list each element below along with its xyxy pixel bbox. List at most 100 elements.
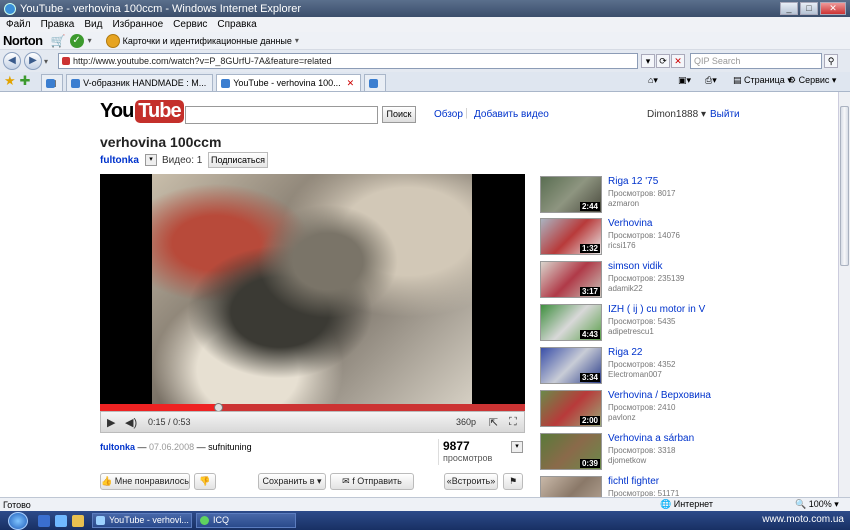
video-thumbnail[interactable]: 3:17 xyxy=(540,261,602,298)
embed-button[interactable]: «Встроить» xyxy=(444,473,498,490)
check-icon[interactable]: ✓ xyxy=(69,33,84,48)
video-thumbnail[interactable]: 3:34 xyxy=(540,347,602,384)
browse-link[interactable]: Обзор xyxy=(434,109,463,120)
video-thumbnail[interactable]: 2:00 xyxy=(540,390,602,427)
folder-icon[interactable] xyxy=(72,514,84,527)
chevron-down-icon[interactable]: ▾ xyxy=(295,36,299,45)
related-video[interactable]: 3:34 Riga 22 Просмотров: 4352 Electroman… xyxy=(540,347,830,387)
save-to-button[interactable]: Сохранить в ▾ xyxy=(258,473,326,490)
stop-icon[interactable]: ✕ xyxy=(671,54,685,68)
close-button[interactable]: ✕ xyxy=(820,2,846,15)
norton-logo[interactable]: Norton xyxy=(3,33,43,48)
related-title[interactable]: Riga 12 '75 xyxy=(608,176,658,187)
related-video[interactable]: 4:43 IZH ( ij ) cu motor in V Просмотров… xyxy=(540,304,830,344)
video-frame[interactable] xyxy=(152,174,472,404)
feeds-icon[interactable]: ▣▾ xyxy=(678,75,691,86)
menu-favorites[interactable]: Избранное xyxy=(112,19,163,30)
vertical-scrollbar[interactable] xyxy=(838,92,850,497)
search-icon[interactable]: ⚲ xyxy=(824,54,838,68)
search-input[interactable]: QIP Search xyxy=(690,53,822,69)
show-desktop-icon[interactable] xyxy=(38,514,50,527)
youtube-search-input[interactable] xyxy=(185,106,378,124)
related-video[interactable]: 0:39 Verhovina a sárban Просмотров: 3318… xyxy=(540,433,830,473)
security-zone[interactable]: 🌐 Интернет xyxy=(660,499,713,510)
history-dropdown-icon[interactable]: ▾ xyxy=(44,57,48,66)
ie-quicklaunch-icon[interactable] xyxy=(55,514,67,527)
related-video[interactable]: 2:00 Verhovina / Верховина Просмотров: 2… xyxy=(540,390,830,430)
related-title[interactable]: Riga 22 xyxy=(608,347,642,358)
taskbar-item-youtube[interactable]: YouTube - verhovi... xyxy=(92,513,192,528)
menu-view[interactable]: Вид xyxy=(84,19,102,30)
chevron-down-icon[interactable]: ▾ xyxy=(88,36,92,45)
video-thumbnail[interactable]: 0:39 xyxy=(540,433,602,470)
url-dropdown-icon[interactable]: ▾ xyxy=(641,54,655,68)
related-author[interactable]: djometkow xyxy=(608,456,646,465)
related-video[interactable]: 3:17 simson vidik Просмотров: 235139 ada… xyxy=(540,261,830,301)
related-author[interactable]: azmaron xyxy=(608,199,639,208)
related-video[interactable]: 1:32 Verhovina Просмотров: 14076 ricsi17… xyxy=(540,218,830,258)
related-title[interactable]: Verhovina a sárban xyxy=(608,433,694,444)
video-thumbnail[interactable]: 2:44 xyxy=(540,176,602,213)
like-button[interactable]: 👍 Мне понравилось xyxy=(100,473,190,490)
quality-selector[interactable]: 360p xyxy=(456,417,476,427)
related-author[interactable]: pavlonz xyxy=(608,413,636,422)
flag-icon[interactable]: ⚑ xyxy=(503,473,523,490)
refresh-icon[interactable]: ⟳ xyxy=(656,54,670,68)
stats-dropdown-icon[interactable]: ▾ xyxy=(511,441,523,453)
related-title[interactable]: Verhovina / Верховина xyxy=(608,390,711,401)
play-icon[interactable]: ▶ xyxy=(107,416,115,429)
dislike-button[interactable]: 👎 xyxy=(194,473,216,490)
volume-icon[interactable]: ◀) xyxy=(125,416,137,429)
user-menu[interactable]: Dimon1888 ▾ xyxy=(647,109,706,120)
minimize-button[interactable]: _ xyxy=(780,2,798,15)
fullscreen-icon[interactable]: ⛶ xyxy=(509,416,517,429)
popout-icon[interactable]: ⇱ xyxy=(489,416,498,429)
video-thumbnail[interactable] xyxy=(540,476,602,497)
forward-button[interactable]: ▶ xyxy=(24,52,42,70)
info-channel-link[interactable]: fultonka xyxy=(100,442,135,452)
back-button[interactable]: ◀ xyxy=(3,52,21,70)
tab-handmade[interactable]: V-образник HANDMADE : M... xyxy=(66,74,214,91)
upload-link[interactable]: Добавить видео xyxy=(474,109,549,120)
logout-link[interactable]: Выйти xyxy=(710,109,740,120)
start-button[interactable] xyxy=(8,511,28,530)
video-thumbnail[interactable]: 1:32 xyxy=(540,218,602,255)
print-icon[interactable]: ⎙▾ xyxy=(705,75,717,86)
url-input[interactable]: http://www.youtube.com/watch?v=P_8GUrfU-… xyxy=(58,53,638,69)
related-title[interactable]: IZH ( ij ) cu motor in V xyxy=(608,304,705,315)
related-video[interactable]: 2:44 Riga 12 '75 Просмотров: 8017 azmaro… xyxy=(540,176,830,216)
youtube-logo[interactable]: You Tube xyxy=(100,100,184,123)
related-title[interactable]: simson vidik xyxy=(608,261,662,272)
video-thumbnail[interactable]: 4:43 xyxy=(540,304,602,341)
add-favorite-icon[interactable]: ✚ xyxy=(20,73,31,89)
tab-youtube[interactable]: YouTube - verhovina 100... ✕ xyxy=(216,74,362,91)
subscribe-button[interactable]: Подписаться xyxy=(208,152,268,168)
menu-help[interactable]: Справка xyxy=(217,19,256,30)
close-tab-icon[interactable]: ✕ xyxy=(347,78,355,88)
cart-icon[interactable]: 🛒 xyxy=(51,34,66,48)
tab-list-button[interactable]: ▦ xyxy=(40,74,64,91)
related-author[interactable]: adamik22 xyxy=(608,284,643,293)
home-icon[interactable]: ⌂▾ xyxy=(648,75,658,86)
related-author[interactable]: ricsi176 xyxy=(608,241,636,250)
video-progress-bar[interactable] xyxy=(100,403,525,412)
favorites-star-icon[interactable]: ★ xyxy=(4,73,16,89)
menu-tools[interactable]: Сервис xyxy=(173,19,207,30)
taskbar-item-icq[interactable]: ICQ xyxy=(196,513,296,528)
youtube-search-button[interactable]: Поиск xyxy=(382,106,416,123)
menu-file[interactable]: Файл xyxy=(6,19,31,30)
page-menu[interactable]: ▤ Страница ▾ xyxy=(733,75,792,86)
related-title[interactable]: fichtl fighter xyxy=(608,476,659,487)
maximize-button[interactable]: □ xyxy=(800,2,818,15)
scrollbar-thumb[interactable] xyxy=(840,106,849,266)
related-title[interactable]: Verhovina xyxy=(608,218,652,229)
identity-cards-icon[interactable] xyxy=(105,33,120,48)
zoom-control[interactable]: 🔍 100% ▾ xyxy=(795,499,839,510)
new-tab-button[interactable] xyxy=(364,74,387,91)
channel-link[interactable]: fultonka xyxy=(100,155,139,166)
channel-dropdown-icon[interactable]: ▾ xyxy=(145,154,157,166)
video-player[interactable] xyxy=(100,174,525,404)
related-author[interactable]: Electroman007 xyxy=(608,370,662,379)
related-author[interactable]: adipetrescu1 xyxy=(608,327,654,336)
tools-menu[interactable]: ⚙ Сервис ▾ xyxy=(788,75,836,86)
